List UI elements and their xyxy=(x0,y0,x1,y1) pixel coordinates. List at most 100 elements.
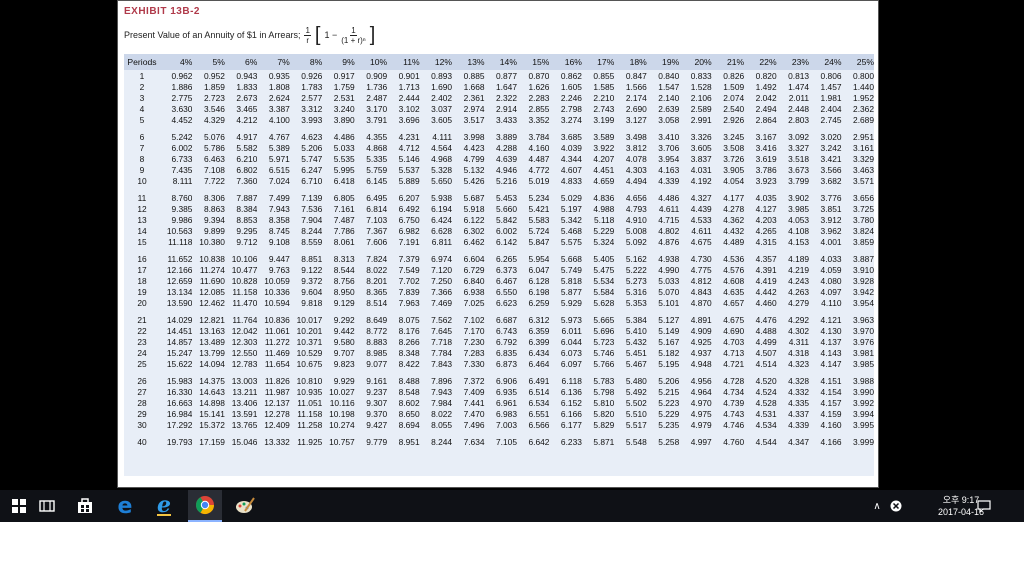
chrome-button[interactable] xyxy=(188,490,222,522)
value-cell: 4.130 xyxy=(820,325,842,336)
value-cell: 4.157 xyxy=(820,397,842,408)
value-cell: 3.329 xyxy=(853,153,874,164)
value-cell: 5.162 xyxy=(625,253,647,264)
value-cell: 8.313 xyxy=(333,253,355,264)
value-cell: 9.712 xyxy=(236,236,258,247)
value-cell: 5.696 xyxy=(593,325,615,336)
paint-icon xyxy=(236,497,255,513)
value-cell: 7.102 xyxy=(463,314,485,325)
value-cell: 11.272 xyxy=(264,336,290,347)
value-cell: 8.694 xyxy=(398,419,420,430)
value-cell: 4.265 xyxy=(755,225,777,236)
table-row: 29 16.984 15.141 13.591 12.278 11.158 10.198 9.… xyxy=(124,408,874,419)
value-cell: 4.355 xyxy=(366,131,388,142)
value-cell: 5.451 xyxy=(625,347,647,358)
value-cell: 4.001 xyxy=(820,236,842,247)
table-row: 22 14.451 13.163 12.042 11.061 10.201 9.442 8.7… xyxy=(124,325,874,336)
show-hidden-icons-button[interactable]: ∧ xyxy=(870,490,884,522)
taskbar-clock[interactable]: 오후 9:17 2017-04-16 xyxy=(938,490,984,522)
value-cell: 5.033 xyxy=(333,142,355,153)
value-cell: 9.899 xyxy=(203,225,225,236)
value-cell: 4.035 xyxy=(755,192,777,203)
value-cell: 14.898 xyxy=(199,397,225,408)
value-cell: 3.981 xyxy=(853,347,874,358)
value-cell: 3.887 xyxy=(853,253,874,264)
value-cell: 1.859 xyxy=(203,81,225,92)
value-cell: 15.983 xyxy=(166,375,193,386)
value-cell: 4.489 xyxy=(723,236,745,247)
value-cell: 13.332 xyxy=(264,436,290,447)
value-cell: 5.324 xyxy=(593,236,615,247)
value-cell: 4.337 xyxy=(788,408,810,419)
table-header: Periods 4% 5% 6% 7% 8% 9% 10% 11% 12% 13% 14% 15% 16%… xyxy=(124,54,874,70)
edge-button[interactable]: e xyxy=(108,490,142,522)
value-cell: 6.145 xyxy=(366,175,388,186)
value-cell: 6.534 xyxy=(528,397,550,408)
value-cell: 14.375 xyxy=(199,375,225,386)
value-cell: 4.160 xyxy=(528,142,550,153)
value-cell: 5.092 xyxy=(625,236,647,247)
value-cell: 5.502 xyxy=(625,397,647,408)
value-cell: 6.961 xyxy=(496,397,517,408)
rate-header: 13% xyxy=(467,57,485,67)
value-cell: 5.871 xyxy=(593,436,615,447)
internet-explorer-button[interactable]: e xyxy=(147,490,181,522)
value-cell: 3.837 xyxy=(690,153,712,164)
value-cell: 5.070 xyxy=(658,286,680,297)
value-cell: 6.118 xyxy=(561,375,582,386)
value-cell: 3.994 xyxy=(853,408,874,419)
rate-header: 16% xyxy=(564,57,582,67)
value-cell: 14.857 xyxy=(166,336,193,347)
value-cell: 12.659 xyxy=(166,275,193,286)
value-cell: 9.986 xyxy=(171,214,193,225)
value-cell: 9.604 xyxy=(301,286,323,297)
value-cell: 4.531 xyxy=(755,408,777,419)
value-cell: 6.710 xyxy=(301,175,323,186)
clock-date: 2017-04-16 xyxy=(937,507,984,517)
value-cell: 6.550 xyxy=(496,286,517,297)
value-cell: 10.529 xyxy=(296,347,323,358)
period-cell: 13 xyxy=(137,214,147,225)
value-cell: 7.283 xyxy=(463,347,485,358)
value-cell: 6.604 xyxy=(463,253,485,264)
value-cell: 5.535 xyxy=(333,153,355,164)
task-view-button[interactable] xyxy=(30,490,64,522)
value-cell: 3.685 xyxy=(560,131,582,142)
value-cell: 8.544 xyxy=(333,264,355,275)
value-cell: 4.843 xyxy=(690,286,712,297)
value-cell: 3.352 xyxy=(528,114,550,125)
value-cell: 10.017 xyxy=(296,314,323,325)
value-cell: 2.487 xyxy=(366,92,388,103)
rate-header: 21% xyxy=(726,57,745,67)
rate-header: 17% xyxy=(597,57,615,67)
store-button[interactable] xyxy=(68,490,102,522)
value-cell: 2.926 xyxy=(723,114,745,125)
value-cell: 7.718 xyxy=(431,336,453,347)
value-cell: 10.935 xyxy=(296,386,323,397)
table-row: 16 11.652 10.838 10.106 9.447 8.851 8.313 7.824… xyxy=(124,253,874,264)
value-cell: 4.870 xyxy=(690,297,712,308)
period-cell: 12 xyxy=(137,203,147,214)
exhibit-subtitle: Present Value of an Annuity of $1 in Arr… xyxy=(124,23,375,47)
value-cell: 10.198 xyxy=(329,408,355,419)
value-cell: 4.534 xyxy=(755,419,777,430)
value-cell: 6.194 xyxy=(431,203,453,214)
value-cell: 5.008 xyxy=(625,225,647,236)
value-cell: 7.191 xyxy=(398,236,420,247)
value-cell: 5.786 xyxy=(203,142,225,153)
value-cell: 11.987 xyxy=(264,386,290,397)
value-cell: 0.885 xyxy=(463,70,485,81)
value-cell: 8.985 xyxy=(366,347,388,358)
value-cell: 12.085 xyxy=(199,286,225,297)
value-cell: 13.489 xyxy=(199,336,225,347)
value-cell: 5.335 xyxy=(366,153,388,164)
value-cell: 3.546 xyxy=(203,103,225,114)
network-status-button[interactable] xyxy=(888,490,904,522)
paint-button[interactable] xyxy=(228,490,262,522)
value-cell: 4.328 xyxy=(788,375,810,386)
value-cell: 5.258 xyxy=(658,436,680,447)
value-cell: 9.077 xyxy=(366,358,388,369)
value-cell: 4.639 xyxy=(496,153,517,164)
value-cell: 2.855 xyxy=(528,103,550,114)
value-cell: 4.868 xyxy=(366,142,388,153)
